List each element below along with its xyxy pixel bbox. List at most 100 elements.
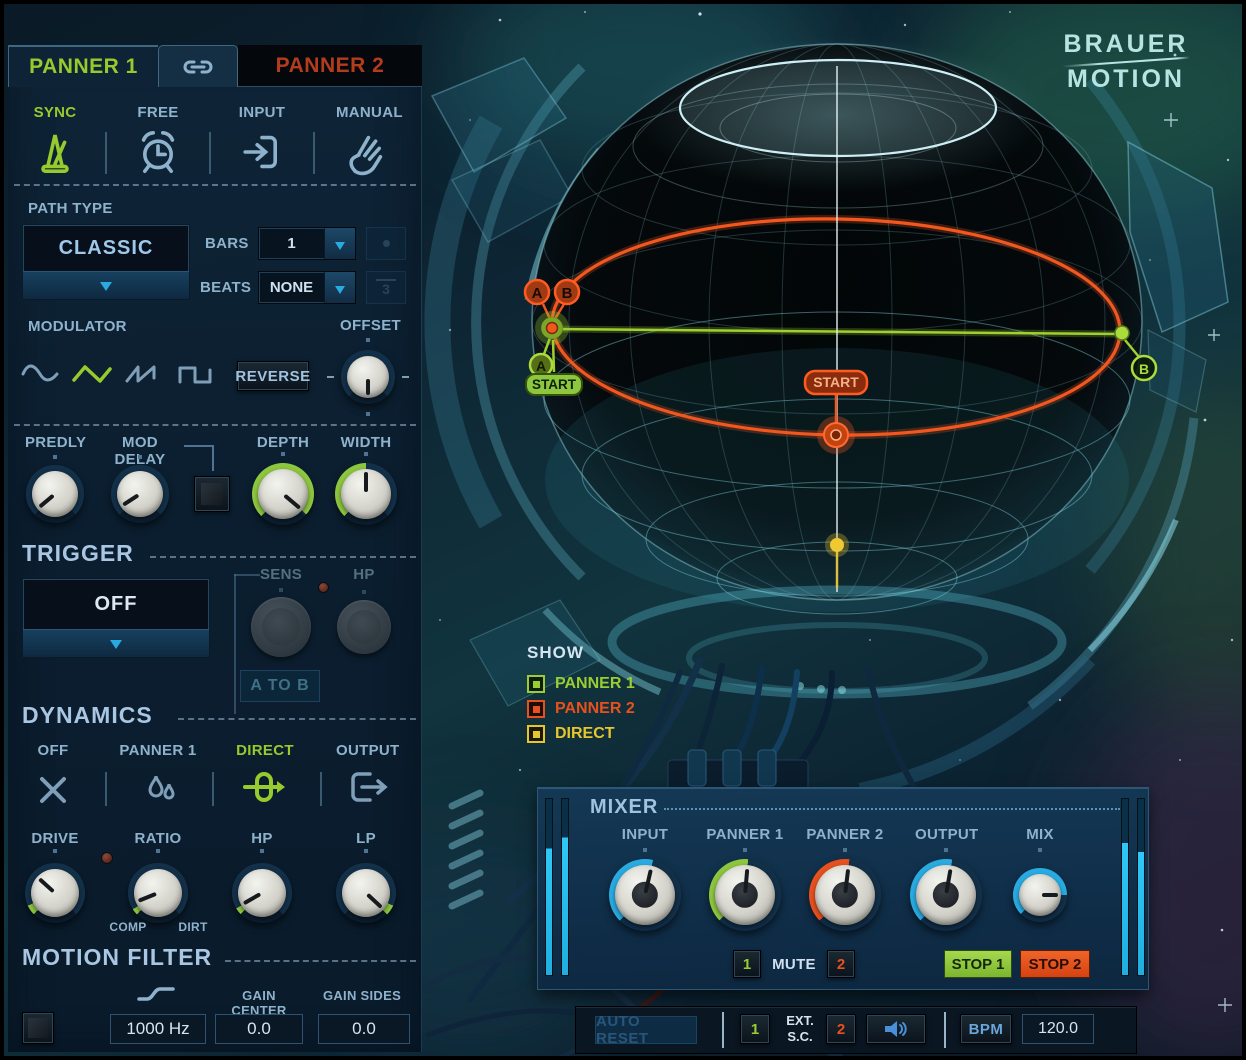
ext-sc-2-button[interactable]: 2	[826, 1014, 856, 1044]
drive-knob[interactable]	[25, 863, 85, 923]
bars-select[interactable]: 1	[258, 227, 356, 260]
show-direct-toggle[interactable]: DIRECT	[527, 725, 635, 743]
trigger-hp-knob[interactable]	[337, 600, 391, 654]
waveform-triangle-button[interactable]	[72, 360, 112, 388]
mixer-meter-l2	[561, 798, 569, 976]
ext-sc-1-button[interactable]: 1	[740, 1014, 770, 1044]
tab-panner1[interactable]: PANNER 1	[8, 45, 158, 87]
tab-panner2[interactable]: PANNER 2	[238, 45, 422, 87]
badge-start-orange[interactable]: START	[803, 369, 869, 396]
sens-knob[interactable]	[251, 597, 311, 657]
badge-a-green[interactable]: A	[528, 352, 554, 378]
knob-tick	[944, 848, 948, 852]
checkbox-icon	[527, 700, 545, 718]
gain-center-field[interactable]: 0.0	[215, 1014, 303, 1044]
mixer-input-label: INPUT	[621, 826, 669, 843]
badge-b-orange[interactable]: B	[553, 278, 581, 306]
mod-delay-toggle[interactable]	[194, 476, 230, 512]
offset-max-mark	[402, 376, 409, 378]
dotted-note-button[interactable]	[366, 227, 406, 260]
divider	[320, 772, 322, 806]
monitor-button[interactable]	[866, 1014, 926, 1044]
trigger-dropdown[interactable]: OFF	[22, 578, 210, 658]
mixer-panner2-knob[interactable]	[809, 859, 881, 931]
trigger-heading: TRIGGER	[22, 540, 134, 566]
gain-sides-field[interactable]: 0.0	[318, 1014, 410, 1044]
stop2-button[interactable]: STOP 2	[1020, 950, 1090, 978]
beats-select[interactable]: NONE	[258, 271, 356, 304]
width-knob[interactable]	[335, 463, 397, 525]
dyn-panner1-button[interactable]	[138, 768, 180, 808]
badge-b-green[interactable]: B	[1130, 354, 1158, 382]
bpm-button[interactable]: BPM	[960, 1014, 1012, 1044]
mixer-meter-l1	[545, 798, 553, 976]
divider	[212, 772, 214, 806]
filter-freq-field[interactable]: 1000 Hz	[110, 1014, 206, 1044]
depth-knob[interactable]	[252, 463, 314, 525]
separator	[178, 718, 416, 720]
bpm-label: BPM	[968, 1020, 1004, 1038]
a-to-b-button[interactable]: A TO B	[240, 670, 320, 702]
show-panner1-label: PANNER 1	[555, 675, 635, 692]
waveform-sine-button[interactable]	[20, 360, 60, 388]
sync-mode-button[interactable]	[33, 128, 77, 176]
width-label: WIDTH	[340, 434, 392, 451]
trigger-arrow[interactable]	[23, 629, 209, 657]
triangle-wave-icon	[72, 365, 112, 383]
mute1-button[interactable]: 1	[733, 950, 761, 978]
mixer-input-knob[interactable]	[609, 859, 681, 931]
comp-label: COMP	[109, 920, 147, 934]
knob-tick	[53, 455, 57, 459]
show-panner2-toggle[interactable]: PANNER 2	[527, 700, 635, 718]
stop1-button[interactable]: STOP 1	[944, 950, 1012, 978]
knob-tick	[260, 849, 264, 853]
mute2-button[interactable]: 2	[827, 950, 855, 978]
badge-a-orange[interactable]: A	[523, 278, 551, 306]
bars-value: 1	[287, 235, 296, 252]
bars-arrow[interactable]	[324, 228, 355, 259]
x-icon	[40, 777, 66, 803]
ext-sc-2-label: 2	[836, 1020, 846, 1038]
knob-tick	[362, 590, 366, 594]
free-mode-button[interactable]	[136, 128, 180, 176]
ratio-knob[interactable]	[128, 863, 188, 923]
divider	[313, 132, 315, 174]
mod-delay-label: MOD DELAY	[114, 434, 166, 468]
mixer-panner2-label: PANNER 2	[806, 826, 884, 843]
bpm-value-field[interactable]: 120.0	[1022, 1014, 1094, 1044]
direct-marker[interactable]	[830, 538, 844, 552]
waveform-saw-button[interactable]	[124, 360, 164, 388]
path-type-arrow[interactable]	[23, 271, 189, 299]
dyn-direct-button[interactable]	[243, 768, 289, 808]
knob-tick	[366, 412, 370, 416]
input-mode-button[interactable]	[240, 128, 284, 176]
dyn-hp-knob[interactable]	[232, 863, 292, 923]
drive-led	[101, 852, 113, 864]
mixer-output-knob[interactable]	[910, 859, 982, 931]
show-panner2-label: PANNER 2	[555, 700, 635, 717]
mixer-panner1-knob[interactable]	[709, 859, 781, 931]
tab-link[interactable]	[158, 45, 238, 87]
mixer-mix-knob[interactable]	[1013, 868, 1067, 922]
offset-knob[interactable]	[341, 350, 395, 404]
manual-mode-button[interactable]	[344, 128, 388, 176]
waveform-square-button[interactable]	[176, 360, 216, 388]
path-type-dropdown[interactable]: CLASSIC	[22, 224, 190, 300]
triplet-button[interactable]: 3	[366, 271, 406, 304]
show-panner1-toggle[interactable]: PANNER 1	[527, 675, 635, 693]
reverse-button[interactable]: REVERSE	[235, 361, 310, 391]
dyn-output-button[interactable]	[346, 768, 388, 808]
mod-delay-knob[interactable]	[111, 465, 169, 523]
auto-reset-button[interactable]: AUTO RESET	[595, 1013, 697, 1047]
gain-sides-value: 0.0	[352, 1019, 376, 1038]
badge-start-green[interactable]: START	[525, 373, 583, 396]
dyn-output-label: OUTPUT	[336, 742, 400, 759]
panner1-b-handle[interactable]	[1114, 325, 1130, 341]
offset-min-mark	[327, 376, 334, 378]
dyn-off-button[interactable]	[35, 772, 71, 808]
predly-knob[interactable]	[26, 465, 84, 523]
separator	[14, 424, 416, 426]
beats-arrow[interactable]	[324, 272, 355, 303]
dyn-lp-knob[interactable]	[336, 863, 396, 923]
motion-filter-toggle[interactable]	[22, 1012, 54, 1044]
